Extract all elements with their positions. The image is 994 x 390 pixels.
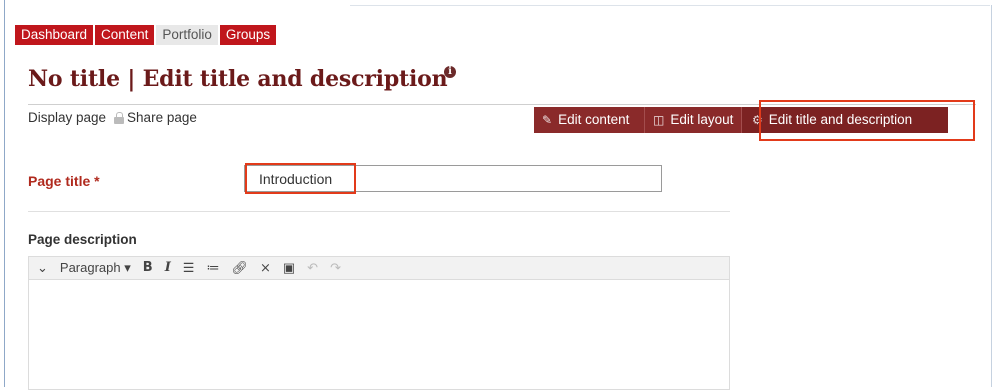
columns-icon: ◫ [653,113,665,127]
pencil-icon: ✎ [542,113,553,127]
lock-icon [114,111,125,124]
form-divider [28,211,730,212]
undo-icon[interactable]: ↶ [301,257,324,279]
page-sublinks: Display page Share page [28,110,197,125]
redo-icon[interactable]: ↷ [324,257,347,279]
nav-content[interactable]: Content [95,25,155,45]
nav-dashboard[interactable]: Dashboard [15,25,94,45]
bullet-list-icon[interactable]: ☰ [177,257,201,279]
chevron-down-icon[interactable]: ⌄ [29,257,54,279]
page-title-input[interactable] [244,165,662,192]
edit-content-label: Edit content [558,112,630,127]
image-icon[interactable]: ▣ [277,257,301,279]
page-title-label: Page title * [28,173,100,189]
share-page-link[interactable]: Share page [127,110,197,125]
display-page-link[interactable]: Display page [28,110,106,125]
paragraph-dropdown[interactable]: Paragraph ▾ [54,257,137,279]
edit-layout-button[interactable]: ◫ Edit layout [645,107,742,133]
nav-portfolio[interactable]: Portfolio [156,25,218,45]
paragraph-label: Paragraph [59,260,121,275]
editor-toolbar: ⌄ Paragraph ▾ B I ☰ ≔ 🔗︎ ⨯ ▣ ↶ ↷ [28,256,730,280]
unlink-icon[interactable]: ⨯ [254,257,277,279]
main-nav: Dashboard Content Portfolio Groups [15,25,278,45]
edit-content-button[interactable]: ✎ Edit content [534,107,645,133]
bold-icon[interactable]: B [137,257,159,279]
info-icon[interactable]: i [444,66,456,78]
page-title: No title | Edit title and description [28,66,448,92]
page-description-label: Page description [28,232,137,247]
link-icon[interactable]: 🔗︎ [225,257,254,279]
right-border [991,5,992,387]
edit-layout-label: Edit layout [670,112,734,127]
top-border [350,5,990,6]
button-highlight [759,100,975,141]
description-editor[interactable] [28,280,730,390]
numbered-list-icon[interactable]: ≔ [200,257,225,279]
italic-icon[interactable]: I [159,257,177,279]
nav-groups[interactable]: Groups [219,25,277,45]
